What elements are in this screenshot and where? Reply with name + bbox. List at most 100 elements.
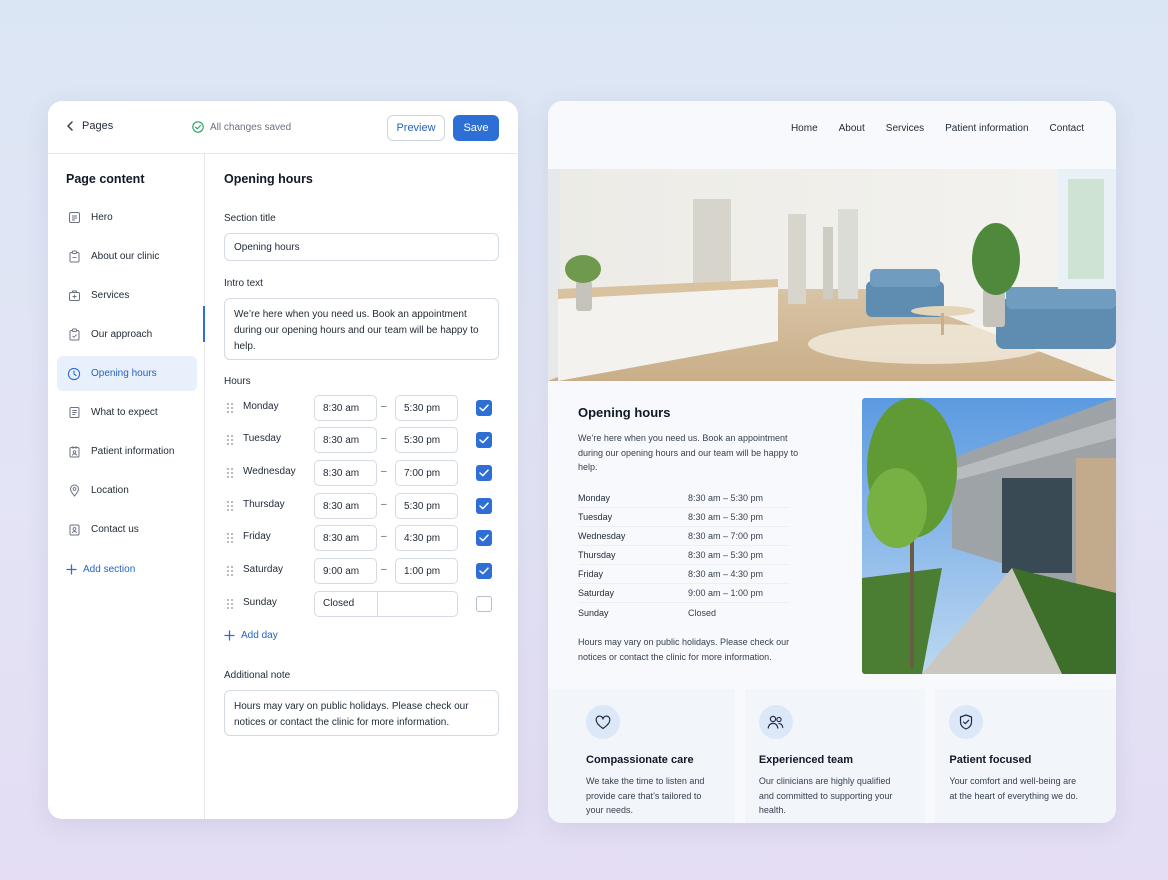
day-label: Thursday: [243, 499, 285, 510]
day-enabled-checkbox[interactable]: [476, 465, 492, 481]
close-time-input[interactable]: 5:30 pm: [395, 395, 458, 421]
editor-header: Pages All changes saved Preview Save: [48, 101, 518, 154]
sidebar-item-label: Hero: [91, 212, 113, 223]
table-row: Saturday 9:00 am – 1:00 pm: [578, 584, 790, 603]
preview-hours-table: Monday 8:30 am – 5:30 pm Tuesday 8:30 am –…: [578, 489, 790, 622]
sidebar-item-hero[interactable]: Hero: [57, 200, 197, 235]
nav-contact[interactable]: Contact: [1050, 123, 1084, 134]
additional-note-textarea[interactable]: Hours may vary on public holidays. Pleas…: [224, 690, 499, 736]
drag-handle-icon[interactable]: [226, 467, 234, 479]
shield-check-icon: [949, 705, 984, 739]
back-to-pages-link[interactable]: Pages: [66, 120, 113, 132]
card-title: Experienced team: [758, 754, 853, 766]
open-time-input[interactable]: 8:30 am: [314, 493, 377, 519]
contact-card-icon: [67, 523, 81, 537]
checkmark-icon: [479, 567, 489, 575]
save-status: All changes saved: [192, 121, 291, 133]
open-time-input[interactable]: 8:30 am: [314, 460, 377, 486]
hours-row-tuesday: Tuesday 8:30 am – 5:30 pm: [224, 427, 504, 453]
drag-handle-icon[interactable]: [226, 565, 234, 577]
field-divider: [377, 592, 378, 616]
close-time-input[interactable]: 4:30 pm: [395, 525, 458, 551]
close-time-input[interactable]: 7:00 pm: [395, 460, 458, 486]
sidebar-item-label: Opening hours: [91, 368, 157, 379]
sidebar-item-patient-information[interactable]: Patient information: [57, 434, 197, 469]
hours-cell: 8:30 am – 7:00 pm: [688, 531, 764, 541]
drag-handle-icon[interactable]: [226, 500, 234, 512]
preview-button[interactable]: Preview: [387, 115, 445, 141]
feature-cards: Compassionate care We take the time to l…: [548, 689, 1116, 823]
day-enabled-checkbox[interactable]: [476, 498, 492, 514]
section-title-label: Section title: [224, 213, 276, 224]
intro-text-textarea[interactable]: We’re here when you need us. Book an app…: [224, 298, 499, 360]
plus-icon: [224, 630, 235, 641]
preview-intro-text: We’re here when you need us. Book an app…: [578, 433, 799, 472]
nav-home[interactable]: Home: [791, 123, 818, 134]
day-enabled-checkbox[interactable]: [476, 432, 492, 448]
add-section-button[interactable]: Add section: [66, 564, 135, 575]
day-cell: Saturday: [578, 588, 615, 598]
add-day-button[interactable]: Add day: [224, 630, 278, 641]
sidebar-item-what-to-expect[interactable]: What to expect: [57, 395, 197, 430]
day-label: Saturday: [243, 564, 284, 575]
feature-card-patient-focused: Patient focused Your comfort and well-be…: [935, 689, 1116, 823]
open-time-input[interactable]: 9:00 am: [314, 558, 377, 584]
hours-cell: 8:30 am – 4:30 pm: [688, 569, 764, 579]
people-icon: [758, 705, 793, 739]
plus-icon: [66, 564, 77, 575]
day-cell: Thursday: [578, 550, 616, 560]
drag-handle-icon[interactable]: [226, 598, 234, 610]
card-description: We take the time to listen and provide c…: [586, 776, 705, 815]
hours-row-saturday: Saturday 9:00 am – 1:00 pm: [224, 558, 504, 584]
card-description: Our clinicians are highly qualified and …: [758, 776, 893, 815]
hours-cell: 9:00 am – 1:00 pm: [688, 588, 764, 598]
checkmark-icon: [479, 469, 489, 477]
day-label: Friday: [243, 531, 271, 542]
sidebar-item-label: What to expect: [91, 407, 158, 418]
drag-handle-icon[interactable]: [226, 402, 234, 414]
back-label: Pages: [82, 120, 114, 132]
day-enabled-checkbox[interactable]: [476, 563, 492, 579]
sidebar-item-about[interactable]: About our clinic: [57, 239, 197, 274]
table-row: Thursday 8:30 am – 5:30 pm: [578, 546, 790, 565]
site-preview-panel: Home About Services Patient information …: [548, 101, 1116, 823]
drag-handle-icon[interactable]: [226, 434, 234, 446]
open-time-input[interactable]: 8:30 am: [314, 525, 377, 551]
hours-cell: 8:30 am – 5:30 pm: [688, 493, 764, 503]
save-button[interactable]: Save: [453, 115, 499, 141]
day-label: Monday: [243, 401, 279, 412]
nav-patient-information[interactable]: Patient information: [945, 123, 1028, 134]
day-enabled-checkbox[interactable]: [476, 596, 492, 612]
open-time-input[interactable]: 8:30 am: [314, 395, 377, 421]
day-enabled-checkbox[interactable]: [476, 400, 492, 416]
card-description: Your comfort and well-being are at the h…: [949, 776, 1079, 801]
drag-handle-icon[interactable]: [226, 532, 234, 544]
close-time-input[interactable]: 5:30 pm: [395, 493, 458, 519]
sidebar-item-label: Services: [91, 290, 130, 301]
day-cell: Wednesday: [578, 531, 626, 541]
page-content-sidebar: Page content Hero About our clinic Servi…: [48, 154, 205, 819]
hours-row-sunday: Sunday Closed: [224, 591, 504, 617]
sidebar-item-location[interactable]: Location: [57, 473, 197, 508]
nav-services[interactable]: Services: [886, 123, 924, 134]
closed-time-input[interactable]: Closed: [314, 591, 458, 617]
nav-about[interactable]: About: [839, 123, 865, 134]
sidebar-item-label: Patient information: [91, 446, 175, 457]
sidebar-item-contact-us[interactable]: Contact us: [57, 512, 197, 547]
sidebar-item-services[interactable]: Services: [57, 278, 197, 313]
close-time-input[interactable]: 1:00 pm: [395, 558, 458, 584]
check-circle-icon: [192, 121, 204, 133]
feature-card-experienced-team: Experienced team Our clinicians are high…: [744, 689, 926, 823]
open-time-input[interactable]: 8:30 am: [314, 427, 377, 453]
day-cell: Friday: [578, 569, 604, 579]
section-editor-form: Opening hours Section title Opening hour…: [205, 154, 518, 819]
page-editor-panel: Pages All changes saved Preview Save Pag…: [48, 101, 518, 819]
day-enabled-checkbox[interactable]: [476, 530, 492, 546]
sidebar-item-opening-hours[interactable]: Opening hours: [57, 356, 197, 391]
time-separator: –: [381, 433, 387, 444]
sidebar-item-our-approach[interactable]: Our approach: [57, 317, 197, 352]
day-label: Wednesday: [243, 466, 296, 477]
close-time-input[interactable]: 5:30 pm: [395, 427, 458, 453]
section-title-input[interactable]: Opening hours: [224, 233, 499, 261]
sidebar-item-label: About our clinic: [91, 251, 160, 262]
